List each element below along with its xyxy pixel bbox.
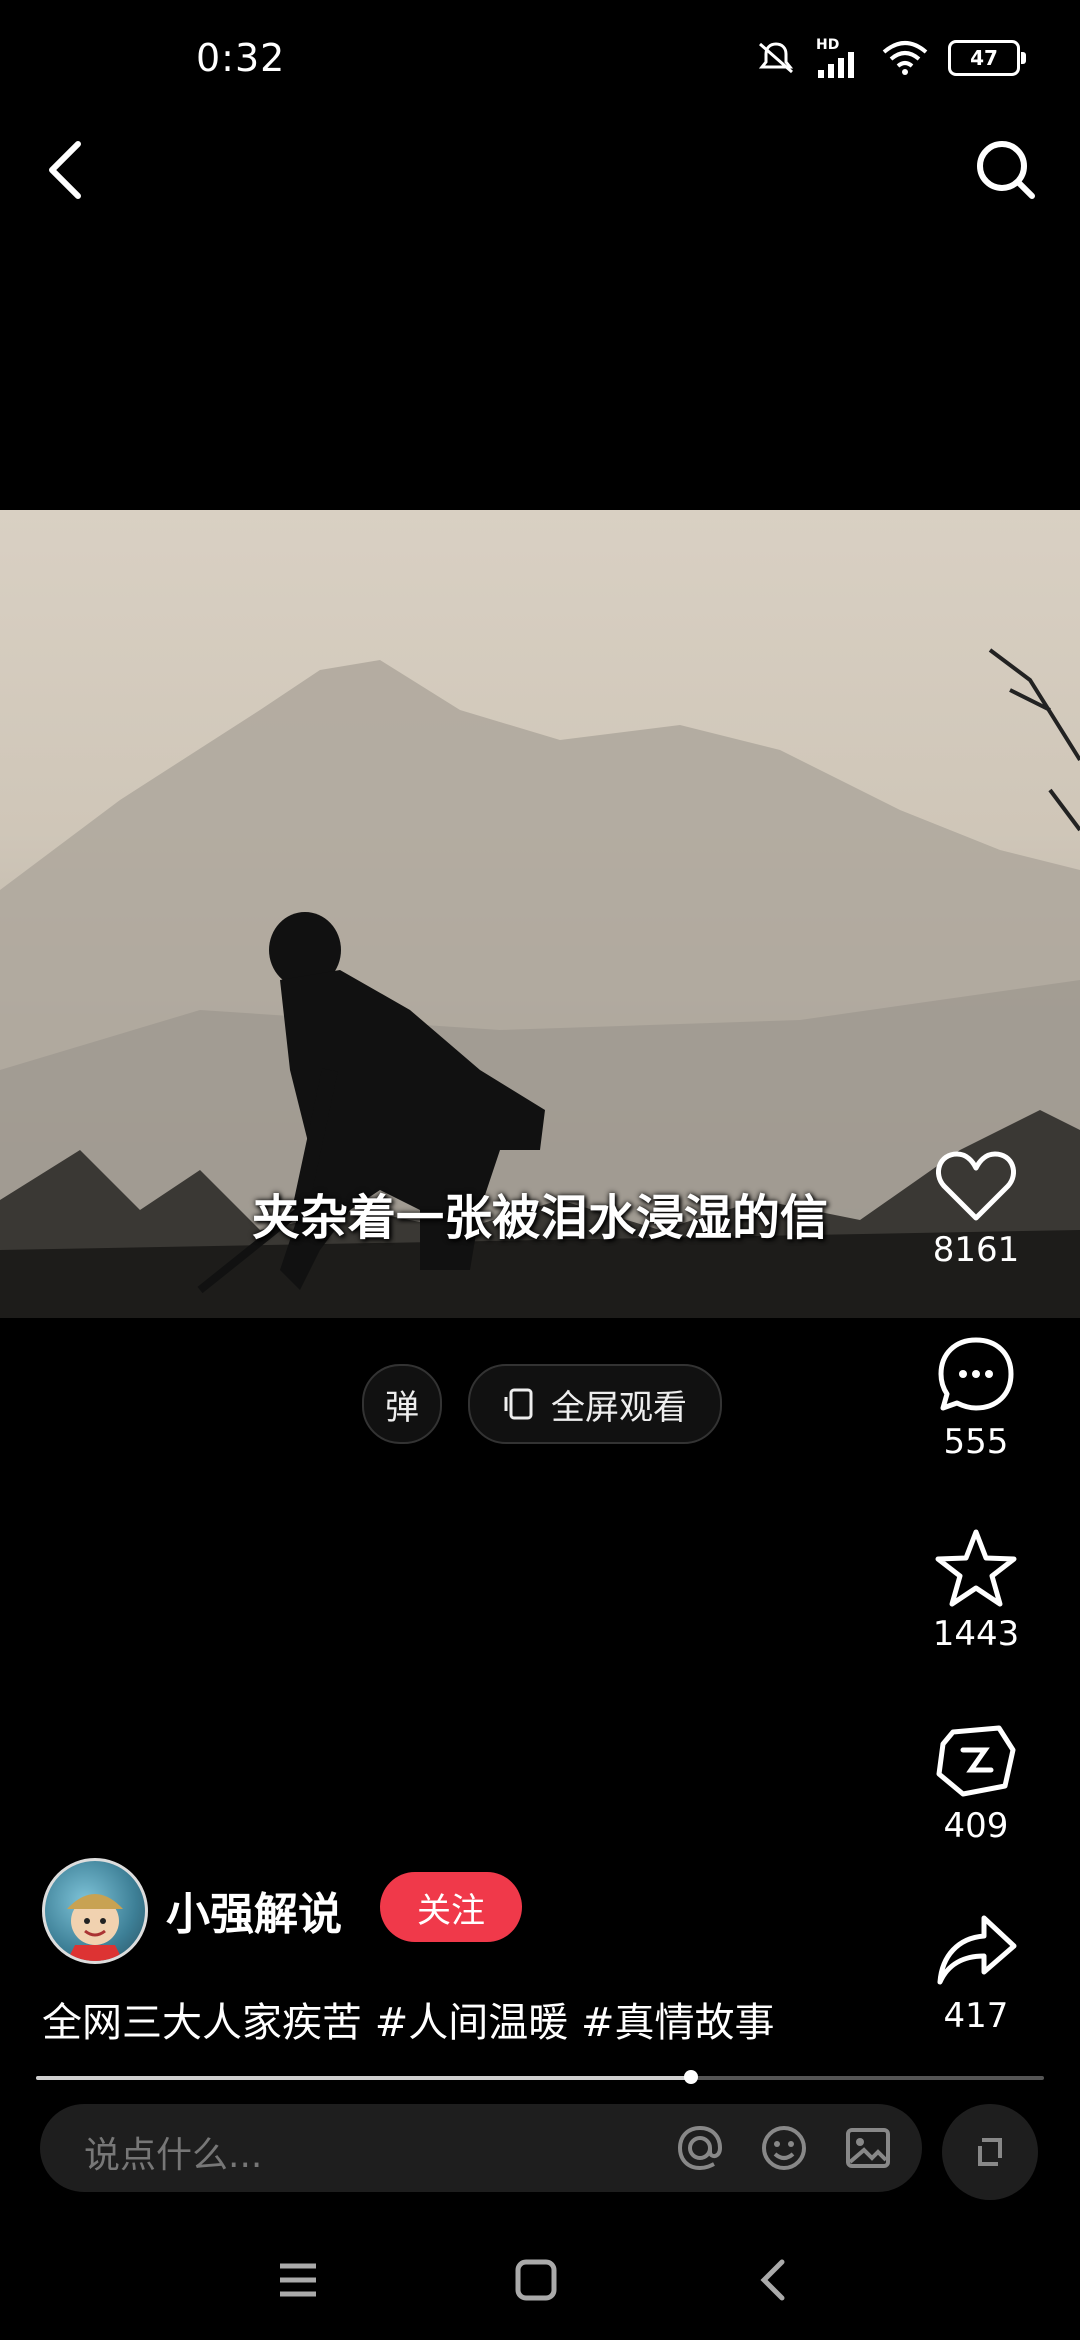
fullscreen-button[interactable]: 全屏观看 [468,1364,722,1444]
coin-count: 409 [943,1806,1009,1846]
hd-label: HD [816,37,840,53]
video-caption[interactable]: 全网三大人家疾苦 #人间温暖 #真情故事 [42,1990,774,2048]
home-button[interactable] [496,2250,576,2310]
comment-count: 555 [943,1422,1009,1462]
share-button[interactable]: 417 [886,1912,1066,2036]
battery-indicator: 47 [948,40,1026,76]
emoji-icon [762,2126,806,2170]
back-button[interactable] [40,130,100,210]
comment-button[interactable]: 555 [886,1334,1066,1462]
emoji-button[interactable] [756,2120,812,2176]
menu-icon [280,2263,316,2297]
author-name[interactable]: 小强解说 [166,1878,342,1942]
at-icon [677,2125,723,2171]
follow-label: 关注 [417,1890,485,1931]
favorite-button[interactable]: 1443 [886,1528,1066,1654]
like-button[interactable]: 8161 [886,1146,1066,1270]
search-button[interactable] [966,130,1046,210]
share-icon [937,1915,1017,1985]
nav-back-icon [760,2259,785,2301]
like-count: 8161 [932,1230,1020,1270]
mute-bell-icon [758,42,794,74]
status-time: 0:32 [196,36,286,80]
nav-back-button[interactable] [734,2250,814,2310]
progress-thumb[interactable] [684,2070,698,2084]
menu-button[interactable] [258,2250,338,2310]
follow-button[interactable]: 关注 [380,1872,522,1942]
star-icon [935,1529,1017,1607]
search-icon [977,141,1035,199]
wifi-icon [882,41,928,75]
avatar-image [67,1894,123,1961]
mention-button[interactable] [672,2120,728,2176]
danmaku-label: 弹 [385,1387,419,1428]
progress-fill [36,2076,691,2080]
author-avatar[interactable] [42,1858,148,1964]
expand-button[interactable] [942,2104,1038,2200]
home-icon [515,2259,557,2301]
comment-placeholder: 说点什么... [84,2135,263,2176]
back-icon [49,141,81,199]
comment-icon [938,1337,1014,1411]
signal-icon [818,52,854,78]
danmaku-toggle[interactable]: 弹 [362,1364,442,1444]
image-button[interactable] [840,2120,896,2176]
fullscreen-label: 全屏观看 [551,1387,687,1428]
heart-icon [936,1151,1016,1221]
fullscreen-icon [504,1388,533,1420]
coin-button[interactable]: 409 [886,1720,1066,1846]
share-count: 417 [943,1996,1009,2036]
image-icon [846,2128,890,2168]
expand-icon [978,2138,1002,2166]
status-icons: HD 47 [754,37,1026,78]
favorite-count: 1443 [932,1614,1020,1654]
coin-icon [936,1725,1016,1797]
